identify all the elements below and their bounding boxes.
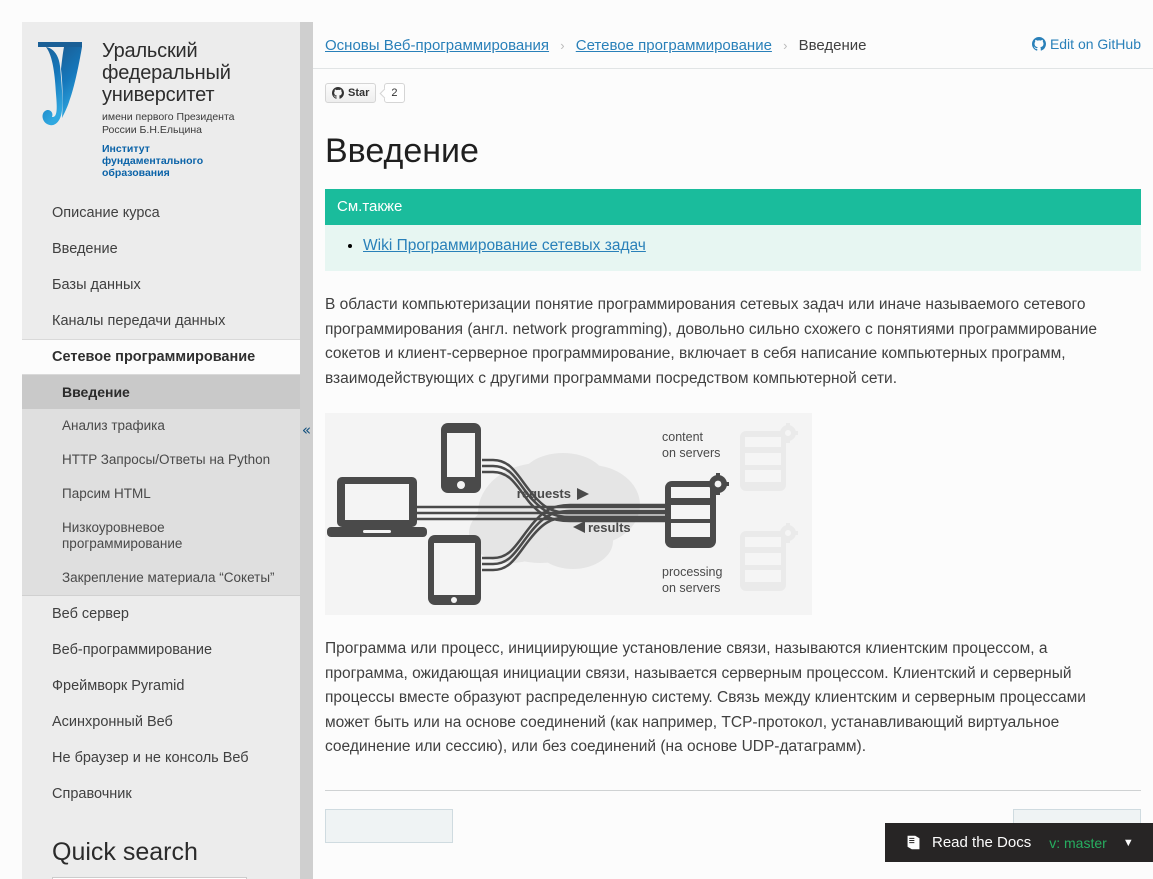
sidebar-item-introduction[interactable]: Введение	[22, 231, 300, 267]
svg-text:content: content	[662, 430, 704, 444]
sidebar: Уральский федеральный университет имени …	[22, 22, 300, 879]
seealso-admonition: См.также Wiki Программирование сетевых з…	[325, 189, 1141, 271]
logo-institute-2: фундаментального	[102, 155, 204, 167]
sidebar-nav: Описание курса Введение Базы данных Кана…	[22, 195, 300, 812]
logo-line-1: Уральский	[102, 40, 198, 62]
sidebar-scrollbar[interactable]	[300, 22, 313, 879]
sidebar-subnav: Введение Анализ трафика HTTP Запросы/Отв…	[22, 375, 300, 596]
sidebar-subitem-sockets-practice[interactable]: Закрепление материала “Сокеты”	[22, 561, 300, 595]
breadcrumb: Основы Веб-программирования › Сетевое пр…	[313, 0, 1153, 69]
book-icon	[907, 835, 920, 850]
svg-text:results: results	[588, 520, 631, 535]
sidebar-item-not-browser-not-console[interactable]: Не браузер и не консоль Веб	[22, 740, 300, 776]
logo-wordmark: Уральский федеральный университет имени …	[102, 36, 235, 179]
logo-institute-1: Институт	[102, 143, 150, 155]
sidebar-subitem-introduction[interactable]: Введение	[22, 375, 300, 409]
page-root: Уральский федеральный университет имени …	[0, 0, 1153, 879]
logo-line-2: федеральный	[102, 62, 231, 84]
sidebar-subitem-http-python[interactable]: HTTP Запросы/Ответы на Python	[22, 443, 300, 477]
logo-institute-3: образования	[102, 167, 170, 179]
sidebar-item-async-web[interactable]: Асинхронный Веб	[22, 704, 300, 740]
sidebar-subitem-low-level-programming[interactable]: Низкоуровневое программирование	[22, 511, 300, 561]
main-content: Основы Веб-программирования › Сетевое пр…	[313, 0, 1153, 879]
footer-divider	[325, 789, 1141, 791]
read-the-docs-label: Read the Docs	[932, 834, 1032, 851]
sidebar-item-pyramid-framework[interactable]: Фреймворк Pyramid	[22, 668, 300, 704]
logo-sub-1: имени первого Президента	[102, 111, 235, 123]
admonition-list: Wiki Программирование сетевых задач	[337, 235, 1129, 257]
sidebar-item-reference[interactable]: Справочник	[22, 776, 300, 812]
sidebar-item-databases[interactable]: Базы данных	[22, 267, 300, 303]
github-star-count[interactable]: 2	[384, 83, 405, 103]
breadcrumb-item-root[interactable]: Основы Веб-программирования	[325, 37, 549, 54]
breadcrumb-item-current: Введение	[798, 37, 867, 54]
github-star-label: Star	[348, 87, 370, 99]
sidebar-subitem-traffic-analysis[interactable]: Анализ трафика	[22, 409, 300, 443]
sidebar-collapse-button[interactable]: «	[299, 418, 314, 442]
svg-text:on servers: on servers	[662, 581, 720, 595]
sidebar-item-web-programming[interactable]: Веб-программирование	[22, 632, 300, 668]
breadcrumb-list: Основы Веб-программирования › Сетевое пр…	[325, 36, 1141, 56]
admonition-title: См.также	[325, 189, 1141, 225]
edit-on-github-link[interactable]: Edit on GitHub	[1031, 36, 1141, 52]
sidebar-subitem-parse-html[interactable]: Парсим HTML	[22, 477, 300, 511]
breadcrumb-separator-1: ›	[560, 38, 565, 53]
previous-page-button[interactable]	[325, 808, 453, 843]
quick-search-title: Quick search	[52, 838, 198, 866]
page-title: Введение	[325, 132, 479, 170]
svg-text:processing: processing	[662, 565, 722, 579]
chevron-down-icon[interactable]: ▼	[1123, 837, 1134, 849]
sidebar-item-course-description[interactable]: Описание курса	[22, 195, 300, 231]
urfu-logo-icon	[38, 42, 82, 126]
breadcrumb-separator-2: ›	[783, 38, 788, 53]
read-the-docs-badge[interactable]: Read the Docs v: master ▼	[885, 823, 1153, 862]
site-logo[interactable]: Уральский федеральный университет имени …	[22, 22, 300, 191]
paragraph-client-server: Программа или процесс, инициирующие уста…	[325, 640, 1086, 755]
sidebar-item-network-programming[interactable]: Сетевое программирование	[22, 339, 300, 375]
github-icon	[1031, 37, 1046, 51]
github-buttons: Star 2	[313, 69, 1153, 103]
list-item: Wiki Программирование сетевых задач	[363, 235, 1129, 257]
svg-text:requests: requests	[517, 486, 571, 501]
wiki-network-programming-link[interactable]: Wiki Программирование сетевых задач	[363, 237, 646, 254]
breadcrumb-item-section[interactable]: Сетевое программирование	[576, 37, 772, 54]
sidebar-item-data-channels[interactable]: Каналы передачи данных	[22, 303, 300, 339]
admonition-body: Wiki Программирование сетевых задач	[325, 225, 1141, 271]
version-selector-label[interactable]: v: master	[1049, 835, 1107, 851]
github-star-button[interactable]: Star	[325, 83, 377, 103]
github-icon	[332, 87, 344, 99]
sidebar-item-web-server[interactable]: Веб сервер	[22, 596, 300, 632]
edit-on-github-label: Edit on GitHub	[1049, 36, 1141, 52]
logo-sub-2: России Б.Н.Ельцина	[102, 123, 202, 136]
paragraph-intro: В области компьютеризации понятие програ…	[325, 296, 1097, 387]
svg-text:on servers: on servers	[662, 446, 720, 460]
client-server-network-diagram: requests results content on servers proc…	[325, 413, 812, 615]
logo-line-3: университет	[102, 84, 215, 106]
